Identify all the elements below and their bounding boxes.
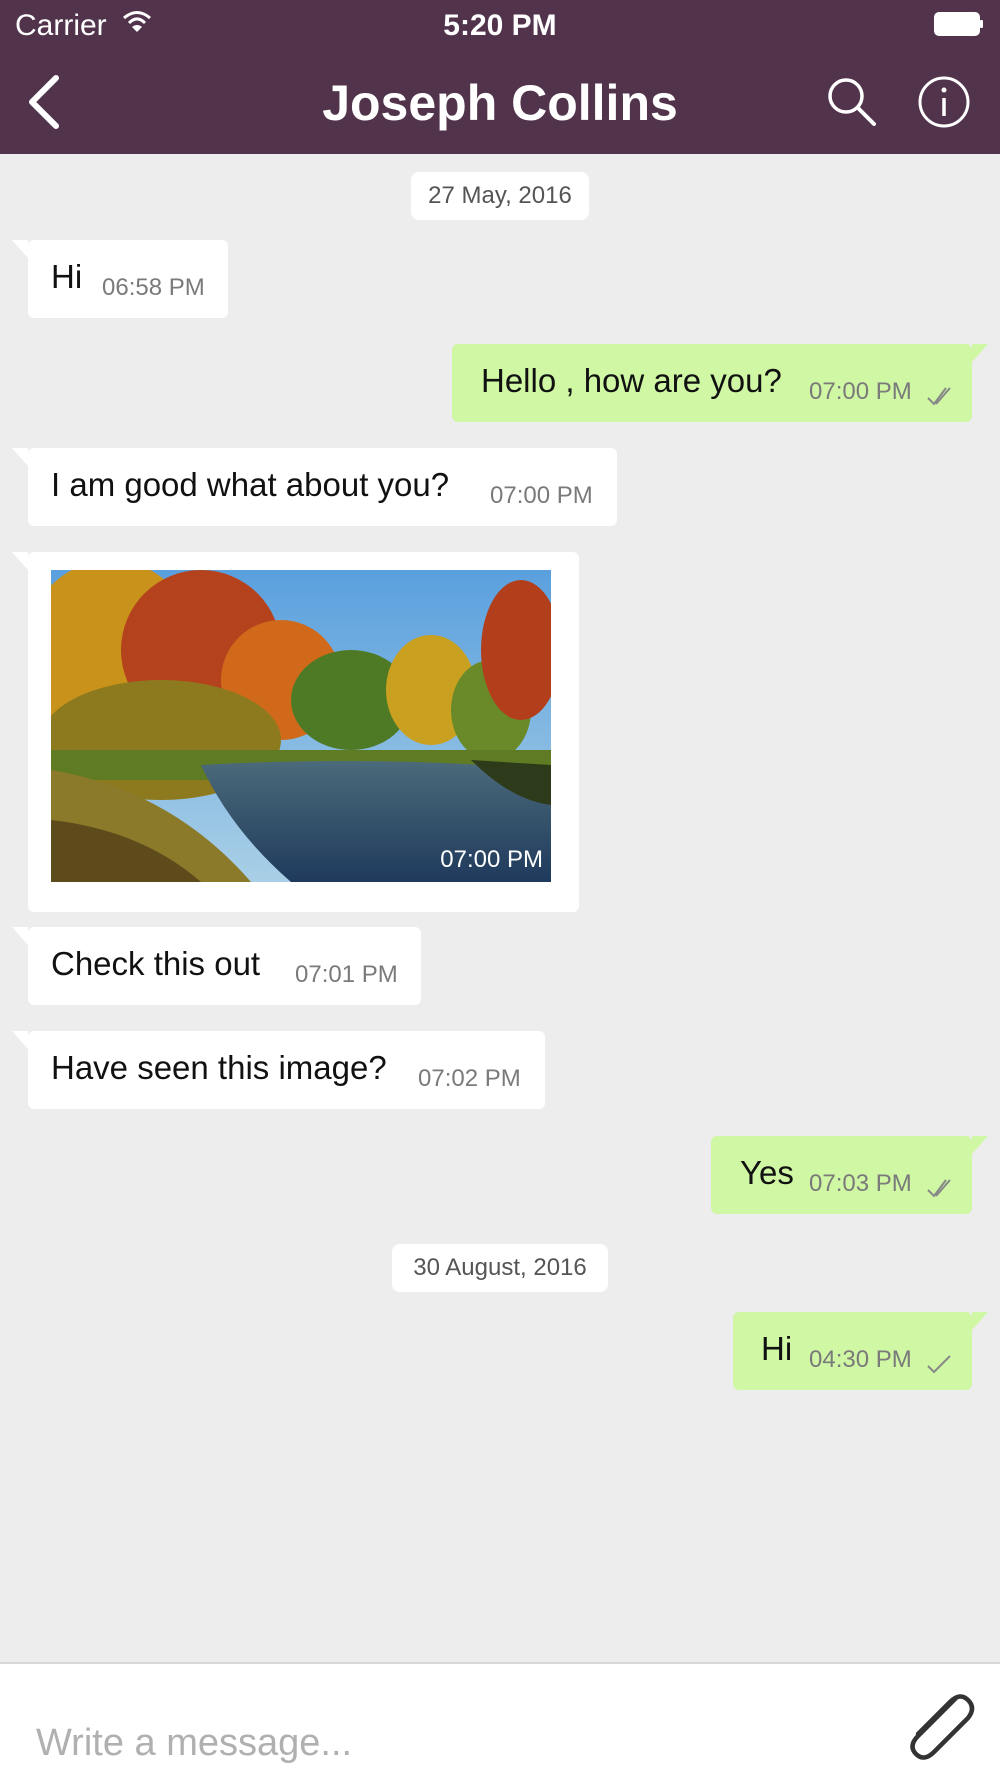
incoming-message[interactable]: Hi 06:58 PM	[12, 240, 228, 318]
message-text: Hi	[51, 258, 83, 295]
image-time: 07:00 PM	[440, 846, 543, 873]
double-check-icon	[927, 387, 951, 406]
message-text: Yes	[740, 1154, 794, 1191]
outgoing-message[interactable]: Yes 07:03 PM	[711, 1136, 988, 1214]
status-time: 5:20 PM	[443, 9, 557, 42]
double-check-icon	[927, 1179, 951, 1198]
incoming-message[interactable]: Check this out 07:01 PM	[12, 927, 421, 1005]
date-label: 30 August, 2016	[413, 1254, 587, 1281]
message-text: Hi	[761, 1330, 793, 1367]
message-text: Have seen this image?	[51, 1049, 387, 1086]
outgoing-message[interactable]: Hi 04:30 PM	[733, 1312, 988, 1390]
check-icon	[927, 1355, 951, 1374]
incoming-message[interactable]: Have seen this image? 07:02 PM	[12, 1031, 545, 1109]
bubble-tail	[972, 344, 988, 362]
date-separator: 27 May, 2016	[411, 172, 589, 220]
photo-thumbnail[interactable]	[51, 570, 551, 882]
bubble-tail	[972, 1312, 988, 1330]
outgoing-message[interactable]: Hello , how are you? 07:00 PM	[452, 344, 988, 422]
bubble-tail	[12, 448, 28, 466]
message-text: Check this out	[51, 945, 261, 982]
bubble-tail	[12, 240, 28, 258]
message-composer	[0, 1662, 1000, 1780]
search-icon[interactable]	[822, 72, 882, 132]
message-input[interactable]	[34, 1712, 858, 1774]
message-time: 07:00 PM	[809, 378, 912, 405]
message-time: 07:01 PM	[295, 961, 398, 988]
bubble-tail	[12, 927, 28, 945]
message-text: I am good what about you?	[51, 466, 450, 503]
bubble-tail	[12, 552, 28, 570]
message-text: Hello , how are you?	[481, 362, 782, 399]
bubble-tail	[972, 1136, 988, 1154]
battery-icon	[934, 12, 983, 36]
bubble-tail	[12, 1031, 28, 1049]
message-time: 07:00 PM	[490, 482, 593, 509]
message-time: 04:30 PM	[809, 1346, 912, 1373]
info-icon[interactable]	[914, 72, 974, 132]
incoming-message[interactable]: I am good what about you? 07:00 PM	[12, 448, 617, 526]
message-time: 07:02 PM	[418, 1065, 521, 1092]
incoming-image-message[interactable]: 07:00 PM	[12, 552, 579, 912]
message-time: 07:03 PM	[809, 1170, 912, 1197]
date-separator: 30 August, 2016	[392, 1244, 608, 1292]
status-bar: Carrier 5:20 PM	[0, 0, 1000, 50]
message-time: 06:58 PM	[102, 274, 205, 301]
date-label: 27 May, 2016	[428, 182, 572, 209]
nav-bar: Joseph Collins	[0, 50, 1000, 154]
paperclip-icon[interactable]	[898, 1684, 978, 1770]
